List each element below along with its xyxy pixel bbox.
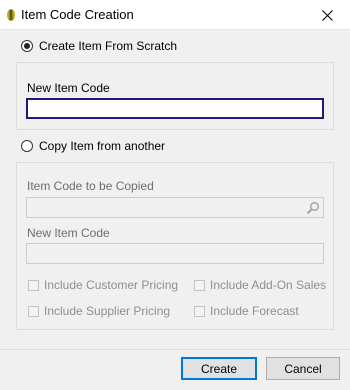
include-add-on-sales-label: Include Add-On Sales bbox=[210, 278, 327, 292]
checkbox-box bbox=[28, 305, 39, 317]
dialog-footer: Create Cancel bbox=[0, 349, 350, 390]
create-button[interactable]: Create bbox=[181, 357, 257, 380]
new-item-code-label: New Item Code bbox=[27, 81, 110, 95]
radio-selected-indicator bbox=[21, 40, 33, 52]
search-icon[interactable] bbox=[306, 201, 320, 215]
cancel-button[interactable]: Cancel bbox=[266, 357, 340, 380]
close-icon bbox=[321, 9, 333, 21]
include-add-on-sales-checkbox[interactable]: Include Add-On Sales bbox=[194, 278, 326, 292]
include-forecast-label: Include Forecast bbox=[210, 304, 299, 318]
copy-new-item-code-input[interactable] bbox=[26, 243, 324, 264]
item-code-to-copy-label: Item Code to be Copied bbox=[27, 179, 154, 193]
create-from-scratch-radio[interactable]: Create Item From Scratch bbox=[21, 39, 177, 53]
window-title: Item Code Creation bbox=[21, 7, 134, 22]
include-supplier-pricing-checkbox[interactable]: Include Supplier Pricing bbox=[28, 304, 170, 318]
include-customer-pricing-checkbox[interactable]: Include Customer Pricing bbox=[28, 278, 178, 292]
app-logo-icon bbox=[7, 9, 15, 21]
radio-unselected-indicator bbox=[21, 140, 33, 152]
include-supplier-pricing-label: Include Supplier Pricing bbox=[44, 304, 171, 318]
checkbox-box bbox=[194, 279, 205, 291]
scratch-group: New Item Code bbox=[16, 62, 334, 130]
include-forecast-checkbox[interactable]: Include Forecast bbox=[194, 304, 299, 318]
copy-from-another-radio[interactable]: Copy Item from another bbox=[21, 139, 165, 153]
close-button[interactable] bbox=[304, 0, 350, 30]
copy-from-another-label: Copy Item from another bbox=[39, 139, 166, 153]
include-customer-pricing-label: Include Customer Pricing bbox=[44, 278, 179, 292]
item-code-to-copy-input[interactable] bbox=[26, 197, 324, 218]
create-from-scratch-label: Create Item From Scratch bbox=[39, 39, 178, 53]
title-bar: Item Code Creation bbox=[0, 0, 350, 30]
new-item-code-input[interactable] bbox=[26, 98, 324, 119]
checkbox-box bbox=[28, 279, 39, 291]
copy-new-item-code-label: New Item Code bbox=[27, 226, 110, 240]
checkbox-box bbox=[194, 305, 205, 317]
copy-group: Item Code to be Copied New Item Code Inc… bbox=[16, 162, 334, 330]
